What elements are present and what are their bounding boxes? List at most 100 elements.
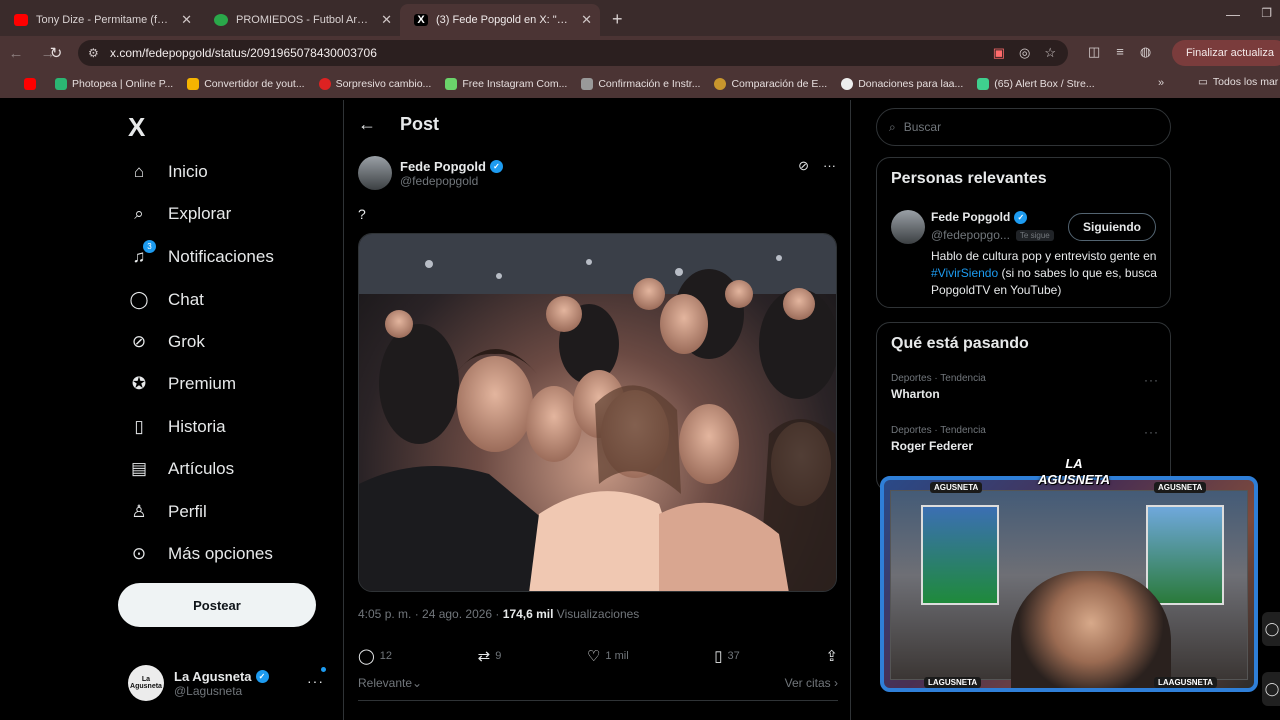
nav-item-bookmarks[interactable]: ▯ Historia: [128, 407, 225, 447]
browser-tab-x-post[interactable]: X (3) Fede Popgold en X: "? https: ✕: [400, 4, 600, 36]
browser-tab-promiedos[interactable]: PROMIEDOS - Futbol Argentino ✕: [200, 4, 400, 36]
relevant-user-name[interactable]: Fede Popgold ✓: [931, 210, 1028, 224]
close-icon[interactable]: ✕: [381, 12, 392, 28]
bookmark-item[interactable]: Convertidor de yout...: [187, 78, 305, 90]
bookmark-item[interactable]: Confirmación e Instr...: [581, 78, 700, 90]
all-bookmarks-button[interactable]: ▭ Todos los mar: [1198, 76, 1278, 88]
verified-icon: ✓: [255, 669, 269, 683]
card-title: Qué está pasando: [891, 335, 1029, 352]
nav-item-grok[interactable]: ⊘ Grok: [128, 322, 205, 362]
folder-icon: ▭: [1198, 76, 1208, 88]
post-detail: ← Post Fede Popgold ✓ @fedepopgold ⊘ ··· …: [343, 100, 851, 720]
unread-dot: [321, 667, 326, 672]
post-author[interactable]: Fede Popgold ✓ @fedepopgold: [358, 156, 503, 190]
more-icon[interactable]: ···: [823, 158, 836, 174]
star-icon[interactable]: ☆: [1044, 45, 1056, 61]
verified-icon: ✓: [489, 159, 503, 173]
converter-icon: [187, 78, 200, 90]
avatar[interactable]: [891, 210, 925, 244]
chat-bubble-icon[interactable]: ◯: [1262, 672, 1280, 706]
share-button[interactable]: ⇪: [825, 647, 838, 665]
donation-icon: [841, 78, 854, 90]
left-navigation: X ⌂ Inicio ⌕ Explorar ♫ 3 Notificaciones ◯ Ch…: [112, 100, 342, 720]
bookmark-item[interactable]: Free Instagram Com...: [445, 78, 567, 90]
url-text: x.com/fedepopgold/status/209196507843000…: [110, 46, 377, 60]
nav-item-home[interactable]: ⌂ Inicio: [128, 152, 208, 192]
minimize-icon[interactable]: —: [1226, 6, 1240, 22]
post-tools: ⊘ ···: [798, 158, 836, 174]
nav-item-chat[interactable]: ◯ Chat: [128, 280, 203, 320]
search-input[interactable]: ⌕ Buscar: [876, 108, 1171, 146]
avatar[interactable]: [358, 156, 392, 190]
trend-item[interactable]: Deportes · Tendencia Roger Federer ···: [891, 425, 1159, 453]
bookmarks-bar: Photopea | Online P... Convertidor de yo…: [0, 70, 1280, 98]
tiktok-handle: LAAGUSNETA: [1154, 677, 1217, 688]
chat-bubble-icon[interactable]: ◯: [1262, 612, 1280, 646]
repost-button[interactable]: ⇄ 9: [478, 647, 502, 665]
extensions-icon[interactable]: ◫: [1088, 44, 1100, 60]
nav-item-articles[interactable]: ▤ Artículos: [128, 449, 234, 489]
x-handle: LAGUSNETA: [924, 677, 982, 688]
bookmarks-overflow-button[interactable]: »: [1158, 77, 1164, 89]
author-handle: @fedepopgold: [400, 173, 479, 188]
bookmark-item[interactable]: Photopea | Online P...: [55, 78, 173, 90]
account-switcher[interactable]: La Agusneta La Agusneta ✓ @Lagusneta ···: [128, 663, 334, 703]
youtube-handle: AGUSNETA: [1154, 482, 1207, 493]
new-tab-button[interactable]: +: [600, 9, 635, 36]
post-timestamp[interactable]: 4:05 p. m. · 24 ago. 2026 ·: [358, 607, 503, 621]
x-logo[interactable]: X: [128, 112, 145, 143]
more-icon[interactable]: ···: [307, 673, 324, 689]
site-info-icon[interactable]: ⚙: [88, 46, 99, 60]
relevant-people-card: Personas relevantes Fede Popgold ✓ @fedep…: [876, 157, 1171, 308]
bookmark-item[interactable]: (65) Alert Box / Stre...: [977, 78, 1095, 90]
more-icon[interactable]: ···: [1144, 373, 1159, 387]
record-icon[interactable]: ▣: [993, 45, 1005, 61]
post-text: ?: [358, 206, 366, 222]
media-icon[interactable]: ≡: [1116, 44, 1124, 60]
nav-item-premium[interactable]: ✪ Premium: [128, 364, 236, 404]
bookmark-item[interactable]: Donaciones para laa...: [841, 78, 963, 90]
restore-icon[interactable]: ❐: [1261, 6, 1272, 20]
back-arrow-icon[interactable]: ←: [358, 114, 376, 135]
card-title: Personas relevantes: [891, 170, 1047, 187]
post-button[interactable]: Postear: [118, 583, 316, 627]
reload-icon[interactable]: ↻: [40, 44, 72, 62]
close-icon[interactable]: ✕: [181, 12, 192, 28]
nav-item-profile[interactable]: ♙ Perfil: [128, 492, 206, 532]
post-header: ← Post: [358, 114, 439, 135]
reply-sort-row: Relevante⌄ Ver citas ›: [358, 676, 838, 690]
nav-item-more-options[interactable]: ⊙ Más opciones: [128, 534, 273, 574]
trend-item[interactable]: Deportes · Tendencia Wharton ···: [891, 373, 1159, 401]
nav-item-notifications[interactable]: ♫ 3 Notificaciones: [128, 237, 274, 277]
bookmark-icon: ▯: [134, 417, 144, 436]
post-photo[interactable]: [358, 233, 837, 592]
youtube-icon: [14, 14, 28, 26]
eye-off-icon[interactable]: ◎: [1019, 45, 1030, 61]
page-title: Post: [400, 114, 440, 134]
coin-icon: [714, 78, 727, 90]
bookmark-button[interactable]: ▯ 37: [714, 647, 740, 665]
bookmark-item[interactable]: Comparación de E...: [714, 78, 827, 90]
chat-icon: ◯: [129, 290, 149, 309]
close-icon[interactable]: ✕: [581, 12, 592, 28]
account-icon[interactable]: ◍: [1140, 44, 1151, 60]
tab-title: Tony Dize - Permitame (feat. Ya: [36, 14, 172, 26]
more-icon[interactable]: ···: [1144, 425, 1159, 439]
back-icon[interactable]: ←: [0, 45, 32, 62]
sort-dropdown[interactable]: Relevante⌄: [358, 676, 422, 690]
like-button[interactable]: ♡ 1 mil: [587, 647, 629, 665]
search-icon: ⌕: [134, 204, 144, 223]
nav-item-explore[interactable]: ⌕ Explorar: [128, 194, 231, 234]
update-button[interactable]: Finalizar actualiza: [1171, 40, 1280, 66]
relevant-user-handle: @fedepopgo... Te sigue: [931, 228, 1054, 242]
hashtag-link[interactable]: #VivirSiendo: [931, 266, 998, 280]
grok-icon[interactable]: ⊘: [798, 158, 809, 174]
reply-button[interactable]: ◯ 12: [358, 647, 392, 665]
view-quotes-link[interactable]: Ver citas ›: [785, 676, 838, 690]
youtube-icon: [24, 78, 36, 90]
url-input[interactable]: ⚙ x.com/fedepopgold/status/2091965078430…: [78, 40, 1068, 66]
following-button[interactable]: Siguiendo: [1068, 213, 1156, 241]
bookmark-item[interactable]: [24, 78, 41, 90]
bookmark-item[interactable]: Sorpresivo cambio...: [318, 78, 431, 90]
browser-tab-youtube[interactable]: Tony Dize - Permitame (feat. Ya ✕: [0, 4, 200, 36]
